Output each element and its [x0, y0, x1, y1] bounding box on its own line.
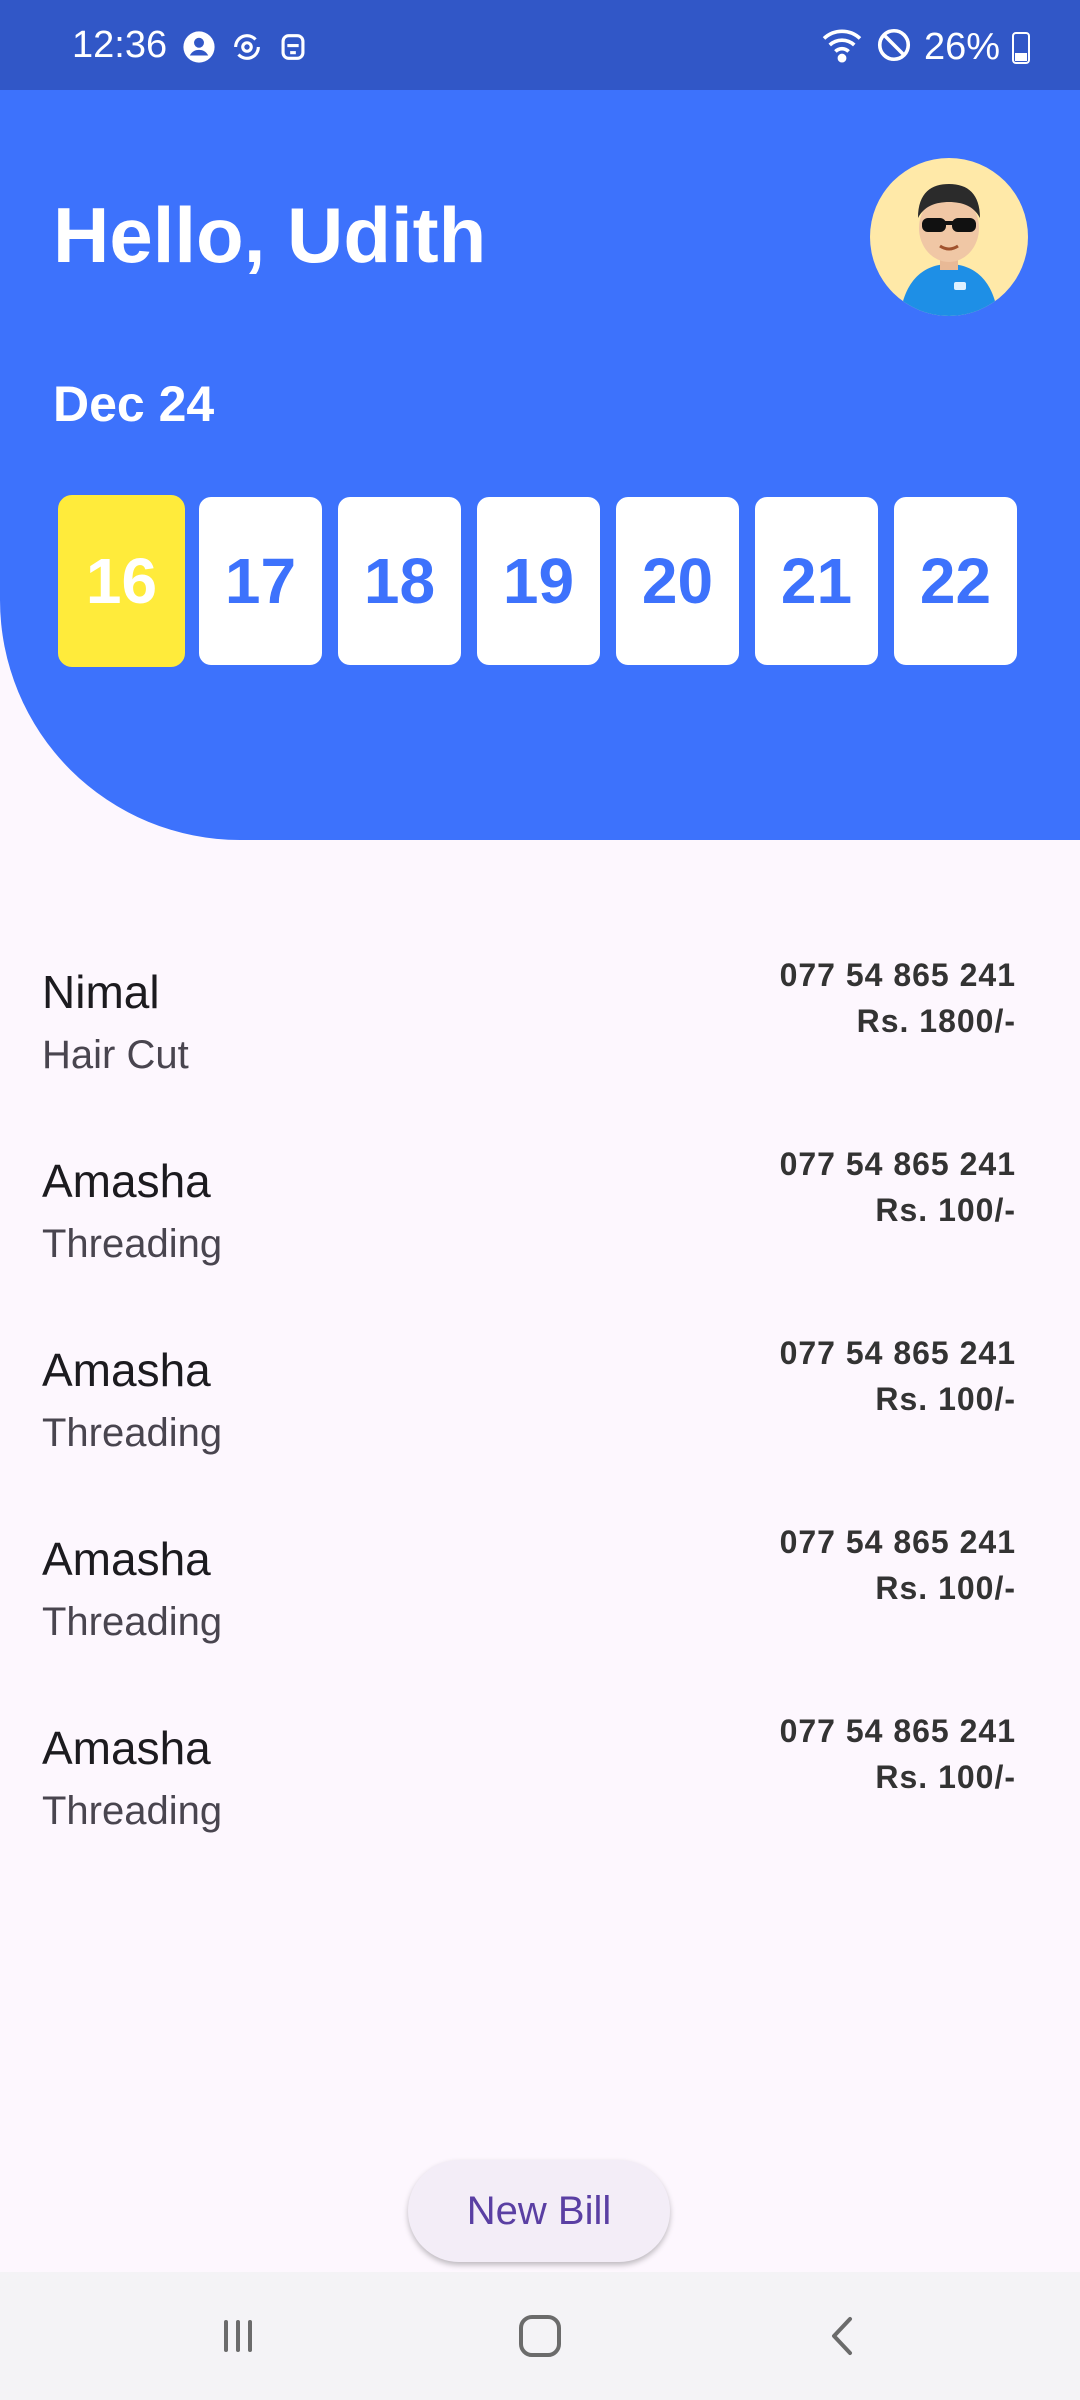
battery-percent: 26% — [923, 26, 1000, 68]
phone-number: 077 54 865 241 — [779, 1335, 1016, 1371]
day-chip-selected[interactable]: 16 — [58, 495, 185, 667]
service-name: Threading — [42, 1789, 223, 1833]
wifi-icon — [820, 27, 864, 68]
back-icon[interactable] — [802, 2306, 882, 2366]
bill-amount: Rs. 100/- — [875, 1192, 1016, 1228]
phone-number: 077 54 865 241 — [779, 957, 1016, 993]
sync-icon — [230, 30, 264, 69]
list-item[interactable]: Amasha Threading 077 54 865 241 Rs. 100/… — [0, 1134, 1080, 1323]
status-bar: 12:36 26% — [0, 0, 1080, 90]
avatar[interactable] — [870, 158, 1028, 316]
day-chip[interactable]: 18 — [336, 495, 463, 667]
service-name: Threading — [42, 1222, 223, 1266]
month-label: Dec 24 — [53, 376, 215, 432]
phone-number: 077 54 865 241 — [779, 1713, 1016, 1749]
status-icons-left — [182, 30, 308, 69]
navigation-bar — [0, 2272, 1080, 2400]
customer-name: Nimal — [42, 966, 160, 1018]
phone-number: 077 54 865 241 — [779, 1146, 1016, 1182]
bill-list: Nimal Hair Cut 077 54 865 241 Rs. 1800/-… — [0, 945, 1080, 1890]
day-chip[interactable]: 17 — [197, 495, 324, 667]
robot-icon — [278, 30, 308, 69]
list-item[interactable]: Amasha Threading 077 54 865 241 Rs. 100/… — [0, 1701, 1080, 1890]
home-icon[interactable] — [500, 2306, 580, 2366]
customer-name: Amasha — [42, 1344, 211, 1396]
bill-amount: Rs. 100/- — [875, 1381, 1016, 1417]
header-panel: Hello, Udith Dec 24 16 17 18 19 20 21 22 — [0, 90, 1080, 840]
service-name: Threading — [42, 1411, 223, 1455]
status-time: 12:36 — [72, 24, 168, 66]
day-selector: 16 17 18 19 20 21 22 — [58, 495, 1019, 667]
list-item[interactable]: Amasha Threading 077 54 865 241 Rs. 100/… — [0, 1512, 1080, 1701]
day-chip[interactable]: 20 — [614, 495, 741, 667]
bill-amount: Rs. 1800/- — [856, 1003, 1016, 1039]
list-item[interactable]: Amasha Threading 077 54 865 241 Rs. 100/… — [0, 1323, 1080, 1512]
greeting-title: Hello, Udith — [53, 191, 487, 279]
status-icons-right: 26% — [820, 26, 1030, 69]
day-chip[interactable]: 22 — [892, 495, 1019, 667]
customer-name: Amasha — [42, 1722, 211, 1774]
phone-number: 077 54 865 241 — [779, 1524, 1016, 1560]
day-chip[interactable]: 19 — [475, 495, 602, 667]
list-item[interactable]: Nimal Hair Cut 077 54 865 241 Rs. 1800/- — [0, 945, 1080, 1134]
customer-name: Amasha — [42, 1533, 211, 1585]
customer-name: Amasha — [42, 1155, 211, 1207]
new-bill-button[interactable]: New Bill — [408, 2160, 670, 2262]
battery-icon — [1012, 31, 1030, 64]
person-circle-icon — [182, 30, 216, 69]
bill-amount: Rs. 100/- — [875, 1759, 1016, 1795]
bill-amount: Rs. 100/- — [875, 1570, 1016, 1606]
recent-apps-icon[interactable] — [198, 2306, 278, 2366]
day-chip[interactable]: 21 — [753, 495, 880, 667]
do-not-disturb-icon — [876, 27, 912, 68]
service-name: Threading — [42, 1600, 223, 1644]
service-name: Hair Cut — [42, 1033, 189, 1077]
